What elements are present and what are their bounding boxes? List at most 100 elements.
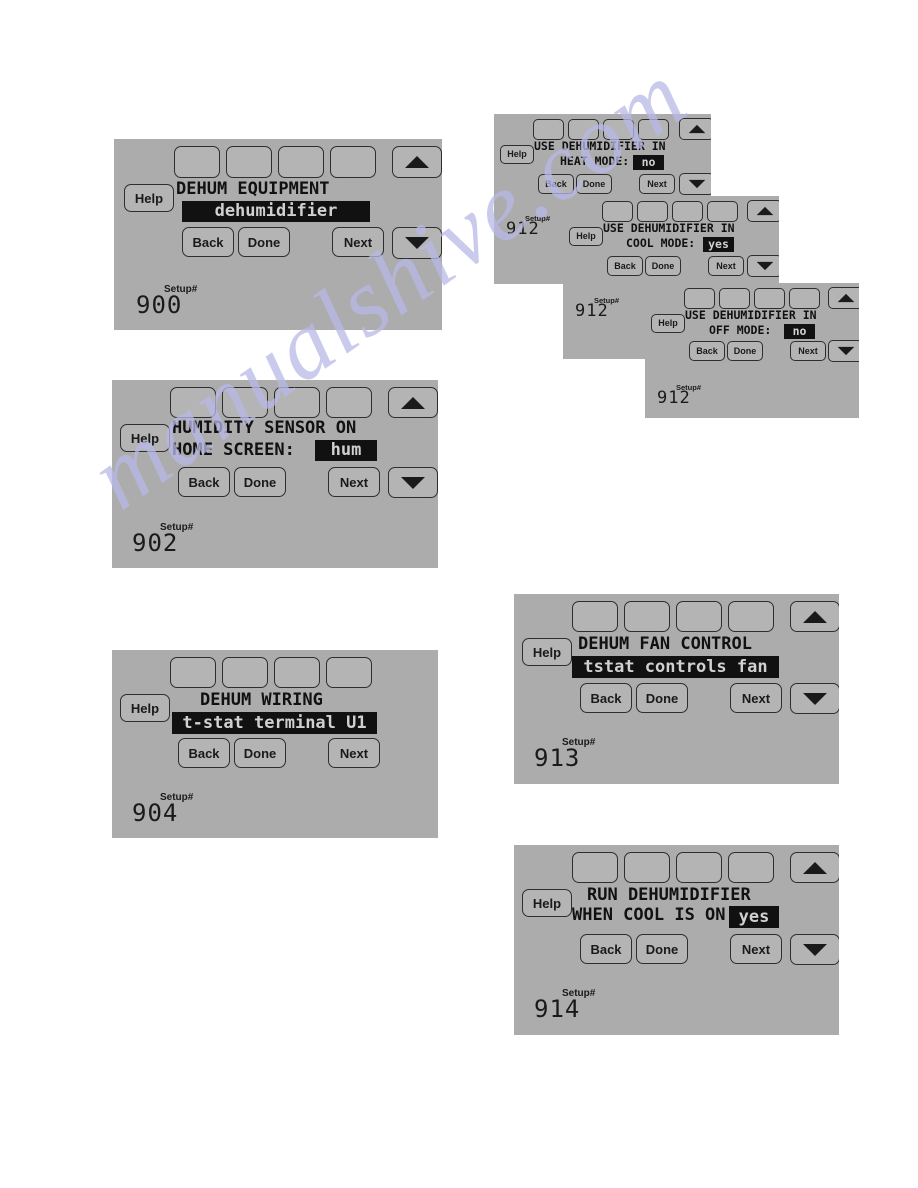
next-button[interactable]: Next bbox=[332, 227, 384, 257]
help-button[interactable]: Help bbox=[124, 184, 174, 212]
next-button[interactable]: Next bbox=[730, 934, 782, 964]
softkey-blank-3[interactable] bbox=[676, 601, 722, 632]
softkey-blank-4[interactable] bbox=[728, 852, 774, 883]
screen-value[interactable]: hum bbox=[315, 440, 377, 461]
screen-value[interactable]: dehumidifier bbox=[182, 201, 370, 222]
setup-number: 902 bbox=[132, 529, 179, 557]
scroll-down-button[interactable] bbox=[790, 683, 839, 714]
screen-value[interactable]: no bbox=[784, 324, 815, 339]
softkey-blank-3[interactable] bbox=[274, 657, 320, 688]
done-button[interactable]: Done bbox=[636, 934, 688, 964]
softkey-blank-2[interactable] bbox=[568, 119, 599, 140]
screen-title-line1: DEHUM WIRING bbox=[200, 690, 323, 710]
help-button[interactable]: Help bbox=[522, 889, 572, 917]
next-button[interactable]: Next bbox=[790, 341, 826, 361]
help-button[interactable]: Help bbox=[120, 694, 170, 722]
back-button[interactable]: Back bbox=[580, 683, 632, 713]
scroll-up-button[interactable] bbox=[388, 387, 438, 418]
softkey-blank-4[interactable] bbox=[789, 288, 820, 309]
softkey-blank-3[interactable] bbox=[603, 119, 634, 140]
scroll-up-button[interactable] bbox=[790, 601, 839, 632]
screen-title-line1: HUMIDITY SENSOR ON bbox=[172, 418, 357, 438]
triangle-down-icon bbox=[803, 943, 827, 956]
next-button[interactable]: Next bbox=[639, 174, 675, 194]
screen-value[interactable]: no bbox=[633, 155, 664, 170]
softkey-blank-3[interactable] bbox=[672, 201, 703, 222]
softkey-blank-2[interactable] bbox=[226, 146, 272, 178]
help-button[interactable]: Help bbox=[569, 227, 603, 246]
softkey-blank-3[interactable] bbox=[274, 387, 320, 418]
triangle-down-icon bbox=[405, 237, 429, 249]
softkey-blank-1[interactable] bbox=[533, 119, 564, 140]
softkey-blank-1[interactable] bbox=[684, 288, 715, 309]
back-button[interactable]: Back bbox=[182, 227, 234, 257]
softkey-blank-4[interactable] bbox=[728, 601, 774, 632]
scroll-down-button[interactable] bbox=[790, 934, 839, 965]
back-button[interactable]: Back bbox=[580, 934, 632, 964]
scroll-down-button[interactable] bbox=[388, 467, 438, 498]
next-button[interactable]: Next bbox=[328, 467, 380, 497]
scroll-up-button[interactable] bbox=[747, 200, 779, 222]
scroll-up-button[interactable] bbox=[828, 287, 859, 309]
done-button[interactable]: Done bbox=[576, 174, 612, 194]
softkey-row bbox=[684, 288, 820, 309]
softkey-blank-1[interactable] bbox=[170, 387, 216, 418]
screen-value[interactable]: t-stat terminal U1 bbox=[172, 712, 377, 734]
softkey-blank-4[interactable] bbox=[638, 119, 669, 140]
screen-title-line1: USE DEHUMIDIFIER IN bbox=[534, 139, 666, 153]
softkey-blank-4[interactable] bbox=[330, 146, 376, 178]
softkey-blank-2[interactable] bbox=[719, 288, 750, 309]
done-button[interactable]: Done bbox=[234, 738, 286, 768]
back-button[interactable]: Back bbox=[178, 467, 230, 497]
softkey-blank-2[interactable] bbox=[222, 387, 268, 418]
softkey-blank-1[interactable] bbox=[170, 657, 216, 688]
softkey-blank-3[interactable] bbox=[754, 288, 785, 309]
screen-value[interactable]: tstat controls fan bbox=[572, 656, 779, 678]
softkey-blank-4[interactable] bbox=[707, 201, 738, 222]
next-button[interactable]: Next bbox=[730, 683, 782, 713]
help-button[interactable]: Help bbox=[651, 314, 685, 333]
softkey-blank-2[interactable] bbox=[222, 657, 268, 688]
scroll-down-button[interactable] bbox=[828, 340, 859, 362]
done-button[interactable]: Done bbox=[238, 227, 290, 257]
help-button[interactable]: Help bbox=[500, 145, 534, 164]
back-button[interactable]: Back bbox=[178, 738, 230, 768]
softkey-blank-4[interactable] bbox=[326, 657, 372, 688]
help-button[interactable]: Help bbox=[120, 424, 170, 452]
back-button[interactable]: Back bbox=[538, 174, 574, 194]
scroll-up-button[interactable] bbox=[679, 118, 711, 140]
done-button[interactable]: Done bbox=[636, 683, 688, 713]
softkey-blank-4[interactable] bbox=[326, 387, 372, 418]
done-button[interactable]: Done bbox=[234, 467, 286, 497]
softkey-blank-1[interactable] bbox=[602, 201, 633, 222]
triangle-down-icon bbox=[803, 692, 827, 705]
next-button[interactable]: Next bbox=[328, 738, 380, 768]
next-button[interactable]: Next bbox=[708, 256, 744, 276]
softkey-blank-1[interactable] bbox=[572, 601, 618, 632]
scroll-up-button[interactable] bbox=[392, 146, 442, 178]
scroll-down-button[interactable] bbox=[747, 255, 779, 277]
help-button[interactable]: Help bbox=[522, 638, 572, 666]
softkey-blank-3[interactable] bbox=[676, 852, 722, 883]
done-button[interactable]: Done bbox=[727, 341, 763, 361]
softkey-blank-2[interactable] bbox=[624, 601, 670, 632]
softkey-blank-2[interactable] bbox=[637, 201, 668, 222]
done-button[interactable]: Done bbox=[645, 256, 681, 276]
softkey-blank-3[interactable] bbox=[278, 146, 324, 178]
triangle-down-icon bbox=[401, 476, 425, 489]
scroll-down-button[interactable] bbox=[679, 173, 711, 195]
setup-number: 913 bbox=[534, 744, 581, 772]
softkey-blank-1[interactable] bbox=[572, 852, 618, 883]
softkey-blank-2[interactable] bbox=[624, 852, 670, 883]
scroll-down-button[interactable] bbox=[392, 227, 442, 259]
softkey-blank-1[interactable] bbox=[174, 146, 220, 178]
triangle-up-icon bbox=[756, 206, 773, 216]
screen-value[interactable]: yes bbox=[729, 906, 779, 928]
softkey-row bbox=[572, 852, 774, 883]
back-button[interactable]: Back bbox=[607, 256, 643, 276]
triangle-up-icon bbox=[405, 156, 429, 168]
back-button[interactable]: Back bbox=[689, 341, 725, 361]
softkey-row bbox=[174, 146, 376, 178]
scroll-up-button[interactable] bbox=[790, 852, 839, 883]
screen-value[interactable]: yes bbox=[703, 237, 734, 252]
